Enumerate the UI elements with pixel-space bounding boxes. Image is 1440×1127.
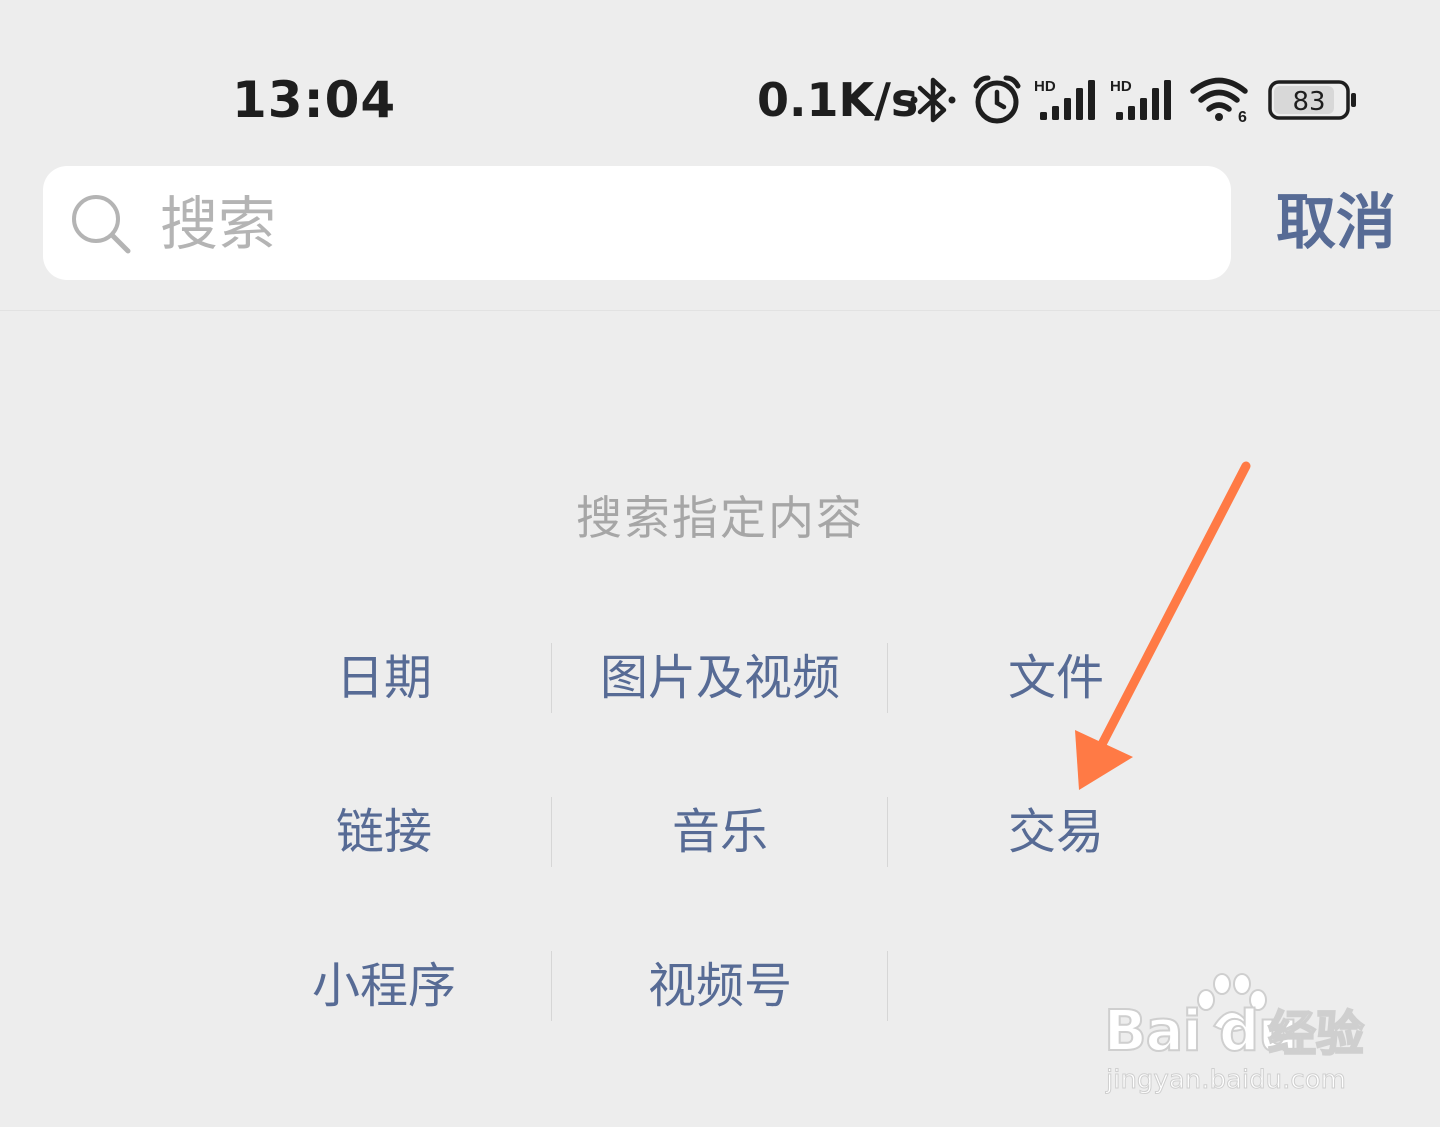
signal-icon: HD bbox=[1034, 78, 1095, 120]
cancel-button[interactable]: 取消 bbox=[1276, 188, 1396, 258]
hd-tag: HD bbox=[1110, 78, 1132, 95]
header-divider bbox=[0, 310, 1440, 311]
battery-icon: 83 bbox=[1268, 80, 1356, 120]
watermark-url: jingyan.baidu.com bbox=[1106, 1065, 1347, 1096]
search-placeholder: 搜索 bbox=[160, 190, 277, 258]
category-music[interactable]: 音乐 bbox=[552, 792, 888, 872]
status-time: 13:04 bbox=[232, 71, 397, 129]
category-date[interactable]: 日期 bbox=[216, 638, 552, 718]
hd-tag: HD bbox=[1034, 78, 1056, 95]
status-bar: 13:04 0.1K/s HD HD 6 83 bbox=[0, 0, 1440, 150]
signal-icon: HD bbox=[1110, 78, 1171, 120]
category-mini-programs[interactable]: 小程序 bbox=[216, 946, 552, 1026]
category-links[interactable]: 链接 bbox=[216, 792, 552, 872]
search-icon bbox=[72, 195, 131, 254]
grid-divider bbox=[551, 797, 552, 867]
bluetooth-icon bbox=[910, 77, 956, 123]
grid-divider bbox=[887, 951, 888, 1021]
category-transactions[interactable]: 交易 bbox=[888, 792, 1224, 872]
battery-level: 83 bbox=[1292, 87, 1325, 117]
wifi-icon: 6 bbox=[1190, 77, 1248, 124]
grid-divider bbox=[551, 951, 552, 1021]
grid-divider bbox=[887, 643, 888, 713]
alarm-icon bbox=[973, 75, 1021, 124]
wifi-6-tag: 6 bbox=[1238, 109, 1247, 124]
category-images-videos[interactable]: 图片及视频 bbox=[552, 638, 888, 718]
network-speed: 0.1K/s bbox=[757, 73, 919, 127]
grid-divider bbox=[551, 643, 552, 713]
watermark-brand: Bai du bbox=[1103, 999, 1299, 1065]
category-channels[interactable]: 视频号 bbox=[552, 946, 888, 1026]
search-specific-title: 搜索指定内容 bbox=[576, 491, 864, 545]
paw-logo-icon bbox=[1197, 973, 1267, 1032]
grid-divider bbox=[887, 797, 888, 867]
watermark-jingyan: 经验 bbox=[1267, 1005, 1365, 1063]
baidu-jingyan-watermark: Bai du 经验 jingyan.baidu.com bbox=[1100, 970, 1370, 1100]
category-files[interactable]: 文件 bbox=[888, 638, 1224, 718]
